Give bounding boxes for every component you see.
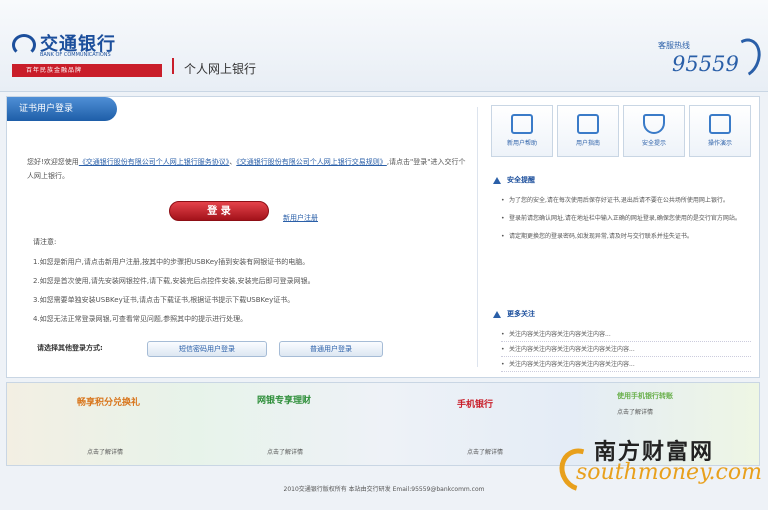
banner-item[interactable]: 手机银行 点击了解详情 [387, 383, 577, 465]
quick-link-demo[interactable]: 操作演示 [689, 105, 751, 157]
register-link[interactable]: 新用户注册 [283, 213, 318, 223]
banner-link[interactable]: 点击了解详情 [467, 447, 503, 456]
quick-link-security[interactable]: 安全提示 [623, 105, 685, 157]
banner-link[interactable]: 点击了解详情 [87, 447, 123, 456]
quick-link-label: 操作演示 [707, 140, 732, 147]
banner-text: 使用手机银行转账 [617, 392, 673, 400]
header-divider [172, 58, 174, 74]
quick-link-new-user[interactable]: 新用户帮助 [491, 105, 553, 157]
more-title-text: 更多关注 [507, 310, 535, 318]
guide-icon [577, 114, 599, 134]
security-title-text: 安全提醒 [507, 176, 535, 184]
login-button[interactable]: 登 录 [169, 201, 269, 221]
warning-icon [493, 176, 501, 184]
product-title: 个人网上银行 [184, 62, 257, 76]
agreement-link-rules[interactable]: 《交通银行股份有限公司个人网上银行交易规则》 [236, 158, 387, 166]
more-list: 关注内容关注内容关注内容关注内容... 关注内容关注内容关注内容关注内容关注内容… [501, 327, 751, 372]
notice-list: 1.如您是新用户,请点击新用户注册,按其中的步骤把USBKey插到安装有网银证书… [33, 253, 473, 329]
login-panel: 证书用户登录 您好!欢迎您使用《交通银行股份有限公司个人网上银行服务协议》、《交… [6, 96, 760, 378]
more-title: 更多关注 [493, 309, 535, 319]
list-item: 4.如您无法正常登录网银,可查看常见问题,参照其中的提示进行处理。 [33, 315, 248, 323]
banner-link[interactable]: 点击了解详情 [267, 447, 303, 456]
bank-name-en: BANK OF COMMUNICATIONS [40, 52, 111, 58]
banner-text: 手机银行 [457, 400, 494, 410]
security-title: 安全提醒 [493, 175, 535, 185]
footer: 2010交通银行版权所有 本站由交行研发 Email:95559@bankcom… [283, 486, 485, 493]
list-item: 2.如您是首次使用,请先安装网银控件,请下载,安装完后点控件安装,安装完后即可登… [33, 277, 315, 285]
watermark-en: southmoney.com [576, 460, 762, 485]
quick-link-guide[interactable]: 用户指南 [557, 105, 619, 157]
hotline-label: 客服热线 [658, 41, 690, 50]
list-item[interactable]: 关注内容关注内容关注内容关注内容... [501, 327, 751, 342]
list-item: 登录前请您确认网址,请在地址栏中输入正确的网址登录,确保您使用的是交行官方网站。 [501, 213, 751, 225]
security-tips: 为了您的安全,请在每次使用后保存好证书,退出后请不要在公共场所使用网上银行。 登… [501, 195, 751, 249]
list-item[interactable]: 关注内容关注内容关注内容关注内容关注内容... [501, 342, 751, 357]
basic-login-button[interactable]: 普通用户登录 [279, 341, 383, 357]
other-login-label: 请选择其他登录方式: [37, 344, 103, 352]
sms-login-button[interactable]: 短信密码用户登录 [147, 341, 267, 357]
header: 交通银行 BANK OF COMMUNICATIONS 百年民族金融品牌 个人网… [0, 0, 768, 92]
bank-tagline: 百年民族金融品牌 [12, 64, 162, 77]
list-item: 请定期更换您的登录密码,如发现异常,请及时与交行联系并挂失证书。 [501, 231, 751, 243]
bank-logo-icon [12, 34, 36, 56]
monitor-icon [709, 114, 731, 134]
tab-certificate-login[interactable]: 证书用户登录 [7, 97, 117, 121]
banner-text: 畅享积分兑换礼 [77, 398, 141, 408]
agreement-link-service[interactable]: 《交通银行股份有限公司个人网上银行服务协议》 [79, 158, 230, 166]
quick-link-label: 新用户帮助 [506, 140, 537, 147]
list-item: 为了您的安全,请在每次使用后保存好证书,退出后请不要在公共场所使用网上银行。 [501, 195, 751, 207]
notice-title: 请注意: [33, 238, 57, 246]
user-help-icon [511, 114, 533, 134]
banner-text: 网银专享理财 [257, 396, 312, 406]
banner-item[interactable]: 畅享积分兑换礼 点击了解详情 [7, 383, 197, 465]
quick-link-label: 安全提示 [641, 140, 666, 147]
banner-item[interactable]: 网银专享理财 点击了解详情 [197, 383, 387, 465]
intro-prefix: 您好!欢迎您使用 [27, 158, 79, 166]
pin-icon [493, 310, 501, 318]
list-item: 3.如您需要单独安装USBKey证书,请点击下载证书,根据证书提示下载USBKe… [33, 296, 295, 304]
panel-divider [477, 107, 478, 367]
quick-link-label: 用户指南 [575, 140, 600, 147]
banner-link[interactable]: 点击了解详情 [617, 407, 653, 416]
login-intro: 您好!欢迎您使用《交通银行股份有限公司个人网上银行服务协议》、《交通银行股份有限… [27, 155, 467, 183]
shield-icon [643, 114, 665, 134]
list-item[interactable]: 关注内容关注内容关注内容关注内容关注内容... [501, 357, 751, 372]
list-item: 1.如您是新用户,请点击新用户注册,按其中的步骤把USBKey插到安装有网银证书… [33, 258, 310, 266]
